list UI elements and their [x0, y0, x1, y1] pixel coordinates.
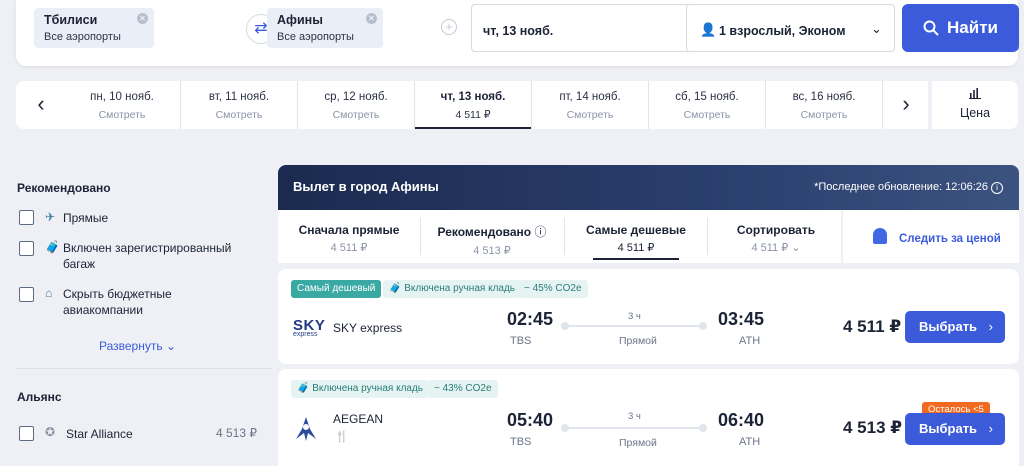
star-alliance-icon: ✪ — [45, 425, 56, 439]
sort-tabs: Сначала прямые 4 511 ₽ Рекомендовано ⓘ 4 5… — [278, 210, 841, 263]
destination-airports: Все аэропорты — [277, 31, 354, 43]
find-button[interactable]: Найти — [902, 4, 1019, 52]
destination-city: Афины — [277, 13, 323, 27]
filter-budget-label: Скрыть бюджетные авиакомпании — [63, 287, 172, 317]
flight-price: 4 513 ₽ — [843, 418, 903, 437]
bar-chart-icon — [932, 87, 1018, 102]
arrival-time: 03:45 — [718, 309, 765, 329]
date-option[interactable]: вс, 16 нояб. Смотреть — [766, 81, 883, 129]
departure-time: 05:40 — [507, 410, 554, 430]
skyexpress-logo: SKY express — [293, 317, 326, 338]
route-line — [561, 322, 707, 330]
airline-name: SKY express — [333, 321, 403, 335]
luggage-icon: 🧳 — [297, 383, 310, 394]
date-option[interactable]: сб, 15 нояб. Смотреть — [649, 81, 766, 129]
bell-icon — [873, 228, 887, 244]
tab-sort[interactable]: Сортировать 4 511 ₽ ⌄ — [705, 210, 847, 263]
prev-dates-icon[interactable]: ‹ — [29, 91, 53, 117]
star-alliance-label: Star Alliance — [66, 427, 133, 441]
origin-field[interactable]: Тбилиси Все аэропорты ✕ — [34, 8, 154, 48]
person-icon: 👤 — [700, 22, 717, 37]
recommended-title: Рекомендовано — [17, 181, 111, 195]
hand-luggage-tag: 🧳 Включена ручная кладь — [383, 280, 522, 298]
divider — [16, 368, 272, 369]
date-value: чт, 13 нояб. — [483, 24, 554, 38]
star-alliance-price: 4 513 ₽ — [216, 426, 257, 440]
expand-filters-link[interactable]: Развернуть ⌄ — [99, 339, 176, 353]
departure-code: TBS — [510, 335, 532, 347]
tab-cheapest[interactable]: Самые дешевые 4 511 ₽ — [565, 210, 707, 263]
flight-duration: 3 ч — [628, 311, 641, 322]
filter-budget-checkbox[interactable] — [19, 287, 34, 302]
follow-price-label: Следить за ценой — [899, 233, 1001, 245]
results-title: Вылет в город Афины — [293, 179, 439, 194]
search-bar: Тбилиси Все аэропорты ✕ ⇄ Афины Все аэро… — [16, 0, 1019, 66]
cheapest-badge: Самый дешевый — [291, 280, 382, 298]
date-option-selected[interactable]: чт, 13 нояб. 4 511 ₽ — [415, 81, 532, 129]
chevron-down-icon: ⌄ — [791, 242, 801, 254]
destination-field[interactable]: Афины Все аэропорты ✕ — [267, 8, 383, 48]
flight-card[interactable]: Самый дешевый 🧳 Включена ручная кладь − … — [278, 269, 1019, 364]
next-dates-icon[interactable]: › — [894, 91, 918, 117]
info-icon[interactable]: i — [991, 182, 1003, 194]
plane-icon: ✈ — [45, 210, 56, 224]
date-field[interactable]: чт, 13 нояб. — [471, 4, 694, 52]
meal-icon: 🍴 — [335, 431, 349, 443]
departure-time: 02:45 — [507, 309, 554, 329]
chevron-right-icon: › — [988, 319, 993, 334]
route-line — [561, 424, 707, 432]
search-icon — [923, 20, 939, 36]
date-option[interactable]: вт, 11 нояб. Смотреть — [181, 81, 298, 129]
results-header: Вылет в город Афины *Последнее обновлени… — [278, 165, 1019, 210]
tab-recommended[interactable]: Рекомендовано ⓘ 4 513 ₽ — [421, 210, 563, 263]
filter-baggage-checkbox[interactable] — [19, 241, 34, 256]
info-icon: ⓘ — [534, 225, 547, 239]
clear-destination-icon[interactable]: ✕ — [366, 13, 377, 24]
flight-price: 4 511 ₽ — [843, 317, 902, 336]
aegean-logo — [296, 417, 316, 441]
date-option[interactable]: пн, 10 нояб. Смотреть — [64, 81, 181, 129]
date-option[interactable]: ср, 12 нояб. Смотреть — [298, 81, 415, 129]
last-updated: *Последнее обновление: 12:06:26 i — [814, 181, 1003, 194]
filter-star-alliance-checkbox[interactable] — [19, 426, 34, 441]
co2-tag: − 43% CO2e — [428, 380, 498, 398]
chevron-down-icon: ⌄ — [871, 21, 882, 36]
alliance-title: Альянс — [17, 390, 62, 404]
date-strip: ‹ пн, 10 нояб. Смотреть вт, 11 нояб. Смотр… — [16, 81, 928, 129]
origin-airports: Все аэропорты — [44, 31, 121, 43]
airline-name: AEGEAN — [333, 412, 384, 426]
add-destination-icon[interactable]: + — [441, 19, 457, 35]
stops-label: Прямой — [619, 335, 657, 347]
date-option[interactable]: пт, 14 нояб. Смотреть — [532, 81, 649, 129]
filter-direct-label: Прямые — [63, 211, 109, 225]
filter-baggage-label: Включен зарегистрированный багаж — [63, 241, 232, 271]
price-chart-toggle[interactable]: Цена — [932, 81, 1018, 129]
co2-tag: − 45% CO2e — [518, 280, 588, 298]
price-toggle-label: Цена — [959, 106, 991, 120]
follow-price-button[interactable]: Следить за ценой — [843, 210, 1019, 263]
clear-origin-icon[interactable]: ✕ — [137, 13, 148, 24]
chevron-down-icon: ⌄ — [165, 339, 177, 353]
origin-city: Тбилиси — [44, 13, 98, 27]
luggage-icon: 🧳 — [45, 240, 60, 254]
luggage-icon: 🧳 — [389, 283, 402, 294]
passengers-field[interactable]: 👤 1 взрослый, Эконом ⌄ — [686, 4, 895, 52]
tab-direct-first[interactable]: Сначала прямые 4 511 ₽ — [278, 210, 420, 263]
select-flight-button[interactable]: Выбрать › — [905, 311, 1005, 343]
select-flight-button[interactable]: Выбрать › — [905, 413, 1005, 445]
tag-icon: ⌂ — [45, 286, 53, 300]
arrival-time: 06:40 — [718, 410, 765, 430]
departure-code: TBS — [510, 436, 532, 448]
arrival-code: ATH — [739, 436, 761, 448]
filter-direct-checkbox[interactable] — [19, 210, 34, 225]
hand-luggage-tag: 🧳 Включена ручная кладь — [291, 380, 430, 398]
find-label: Найти — [947, 18, 998, 37]
passengers-value: 1 взрослый, Эконом — [719, 24, 846, 38]
flight-card[interactable]: 🧳 Включена ручная кладь − 43% CO2e AEGEA… — [278, 369, 1019, 466]
stops-label: Прямой — [619, 437, 657, 449]
arrival-code: ATH — [739, 335, 761, 347]
chevron-right-icon: › — [988, 421, 993, 436]
flight-duration: 3 ч — [628, 411, 641, 422]
